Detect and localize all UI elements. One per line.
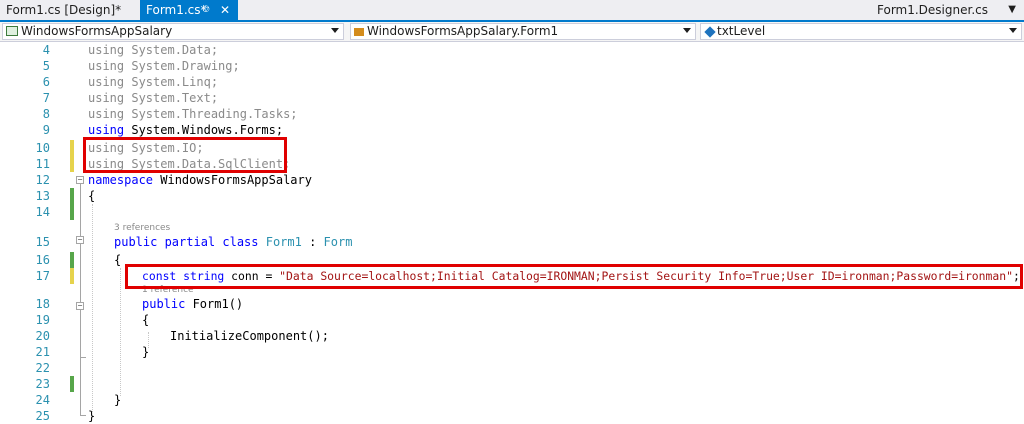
close-icon[interactable]: ✕ <box>220 0 230 20</box>
chevron-down-icon[interactable]: ▼ <box>1008 0 1016 20</box>
class-name: WindowsFormsAppSalary.Form1 <box>367 24 559 38</box>
code-line: 8 using System.Threading.Tasks; <box>42 107 298 121</box>
code-line: 7 using System.Text; <box>42 91 219 105</box>
code-line: 9 using System.Windows.Forms; <box>42 123 284 137</box>
project-dropdown[interactable]: WindowsFormsAppSalary <box>2 23 344 40</box>
pin-icon[interactable]: ⎊ <box>202 0 210 20</box>
chevron-down-icon <box>1009 28 1017 33</box>
member-name: txtLevel <box>717 24 766 38</box>
code-line: 24} <box>35 393 122 407</box>
code-line: 12 namespace WindowsFormsAppSalary <box>35 173 312 187</box>
code-line: 19{ <box>35 313 150 327</box>
csharp-project-icon <box>6 26 18 36</box>
tab-form1-design[interactable]: Form1.cs [Design]* <box>0 0 140 20</box>
code-line: 21} <box>35 345 150 359</box>
highlight-box-connection-string <box>125 264 1023 289</box>
code-line: 4 using System.Data; <box>42 43 219 57</box>
navigation-bar: WindowsFormsAppSalary WindowsFormsAppSal… <box>0 22 1024 42</box>
field-icon <box>704 26 716 38</box>
code-line: 23 <box>35 377 50 391</box>
tab-label: Form1.cs* <box>146 3 207 17</box>
code-line: 13{ <box>35 189 96 203</box>
code-line: 14 <box>35 205 50 219</box>
class-dropdown[interactable]: WindowsFormsAppSalary.Form1 <box>350 23 696 40</box>
member-dropdown[interactable]: txtLevel <box>700 23 1022 40</box>
chevron-down-icon <box>683 28 691 33</box>
project-name: WindowsFormsAppSalary <box>21 24 173 38</box>
tab-label: Form1.Designer.cs <box>877 3 988 17</box>
code-line: 22 <box>35 361 50 375</box>
code-line: 20 InitializeComponent(); <box>35 329 329 343</box>
tab-form1-designer[interactable]: Form1.Designer.cs <box>871 0 994 20</box>
document-tab-strip: Form1.cs [Design]* Form1.cs* ⎊ ✕ Form1.D… <box>0 0 1024 22</box>
code-editor[interactable]: − − − 4 using System.Data; 5 using System.… <box>0 42 1024 423</box>
code-lens-references[interactable]: 3 references <box>114 222 170 234</box>
code-line: 6 using System.Linq; <box>42 75 219 89</box>
class-icon <box>354 28 364 36</box>
code-line: 18 public Form1() <box>35 297 244 311</box>
highlight-box-usings <box>83 137 287 173</box>
tab-label: Form1.cs [Design]* <box>6 3 122 17</box>
chevron-down-icon <box>331 28 339 33</box>
code-line: 15 public partial class Form1 : Form <box>35 235 353 249</box>
code-line: 5 using System.Drawing; <box>42 59 240 73</box>
tab-form1-cs[interactable]: Form1.cs* ⎊ ✕ <box>140 0 238 20</box>
